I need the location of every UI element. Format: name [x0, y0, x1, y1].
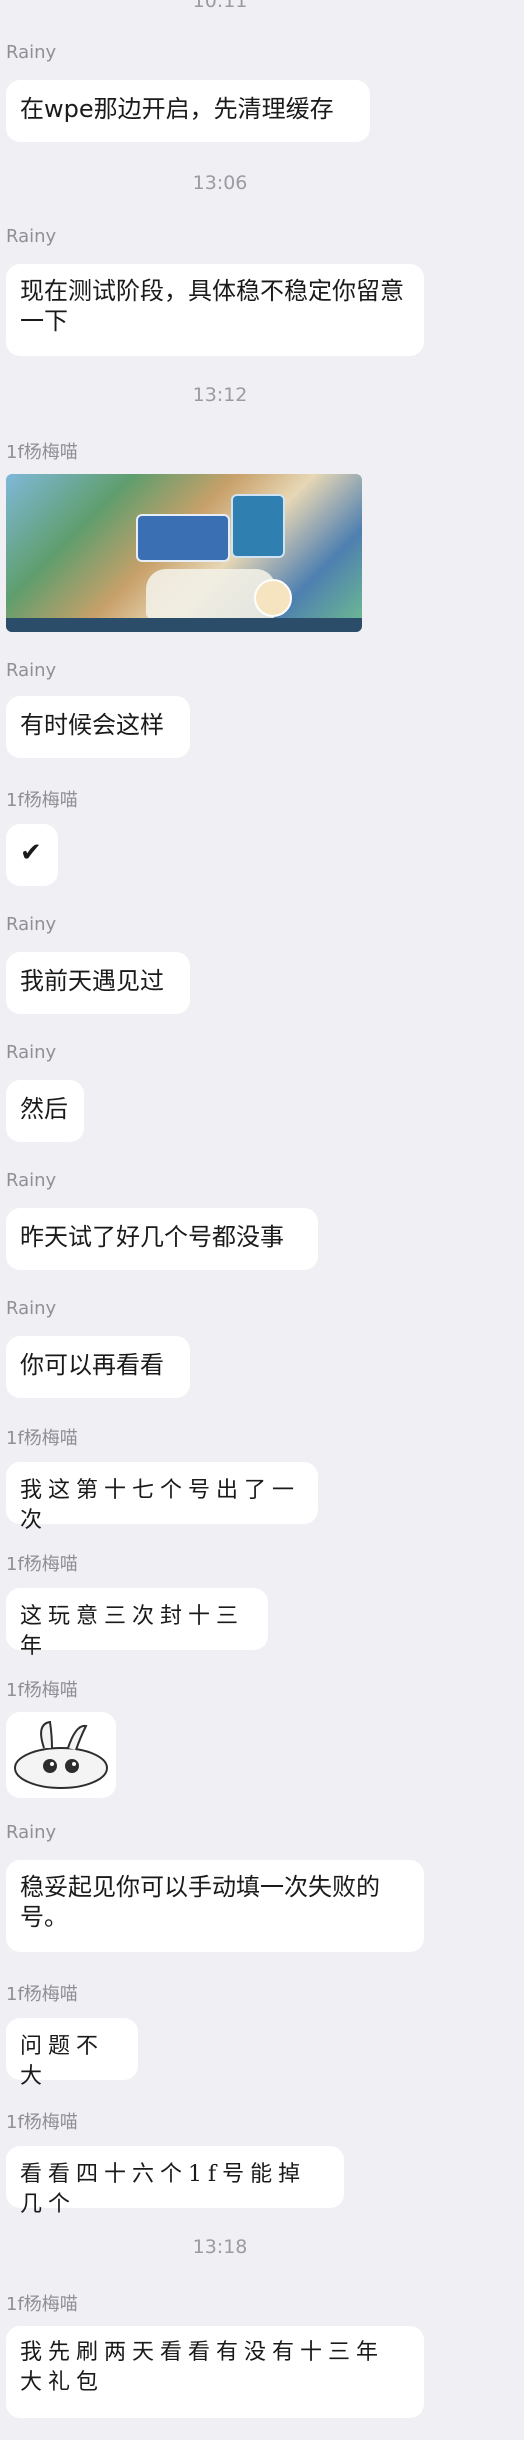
message-bubble[interactable]: 稳妥起见你可以手动填一次失败的号。 — [6, 1860, 424, 1952]
sender-name: Rainy — [6, 1042, 57, 1063]
message-bubble[interactable]: 然后 — [6, 1080, 84, 1142]
message-bubble[interactable]: 现在测试阶段，具体稳不稳定你留意一下 — [6, 264, 424, 356]
game-screenshot-image[interactable] — [6, 474, 362, 632]
sender-name: Rainy — [6, 1298, 57, 1319]
sender-name: 1f杨梅喵 — [6, 1984, 78, 2005]
sender-name: Rainy — [6, 42, 57, 63]
sender-name: 1f杨梅喵 — [6, 790, 78, 811]
timestamp: 13:12 — [192, 384, 248, 406]
message-bubble[interactable]: 昨天试了好几个号都没事 — [6, 1208, 318, 1270]
sender-name: 1f杨梅喵 — [6, 1680, 78, 1701]
rabbit-sticker-icon — [14, 1720, 108, 1789]
timestamp: 10:11 — [192, 0, 248, 12]
sticker-image[interactable] — [6, 1712, 116, 1798]
timestamp: 13:18 — [192, 2236, 248, 2258]
round-button-shape — [254, 579, 292, 617]
sender-name: Rainy — [6, 1822, 57, 1843]
message-bubble[interactable]: 有时候会这样 — [6, 696, 190, 758]
message-bubble[interactable]: 在wpe那边开启，先清理缓存 — [6, 80, 370, 142]
sender-name: Rainy — [6, 914, 57, 935]
message-bubble[interactable]: 你可以再看看 — [6, 1336, 190, 1398]
sender-name: 1f杨梅喵 — [6, 1554, 78, 1575]
message-bubble[interactable]: 我前天遇见过 — [6, 952, 190, 1014]
sender-name: 1f杨梅喵 — [6, 2112, 78, 2133]
sender-name: Rainy — [6, 226, 57, 247]
dialog-box-shape — [136, 514, 230, 562]
message-bubble[interactable]: 这玩意三次封十三年 — [6, 1588, 268, 1659]
sender-name: 1f杨梅喵 — [6, 2294, 78, 2315]
message-bubble[interactable]: 我先刷两天看看有没有十三年大礼包 — [6, 2326, 424, 2418]
message-bubble[interactable]: ✔ — [6, 824, 58, 886]
sender-name: 1f杨梅喵 — [6, 442, 78, 463]
message-bubble[interactable]: 看看四十六个1f号能掉几个 — [6, 2146, 344, 2217]
message-bubble[interactable]: 我这第十七个号出了一次 — [6, 1462, 318, 1533]
sender-name: 1f杨梅喵 — [6, 1428, 78, 1449]
bottom-bar-shape — [6, 618, 362, 632]
timestamp: 13:06 — [192, 172, 248, 194]
sender-name: Rainy — [6, 1170, 57, 1191]
sender-name: Rainy — [6, 660, 57, 681]
message-bubble[interactable]: 问题不大 — [6, 2018, 138, 2089]
dialog-box-shape — [231, 494, 285, 558]
